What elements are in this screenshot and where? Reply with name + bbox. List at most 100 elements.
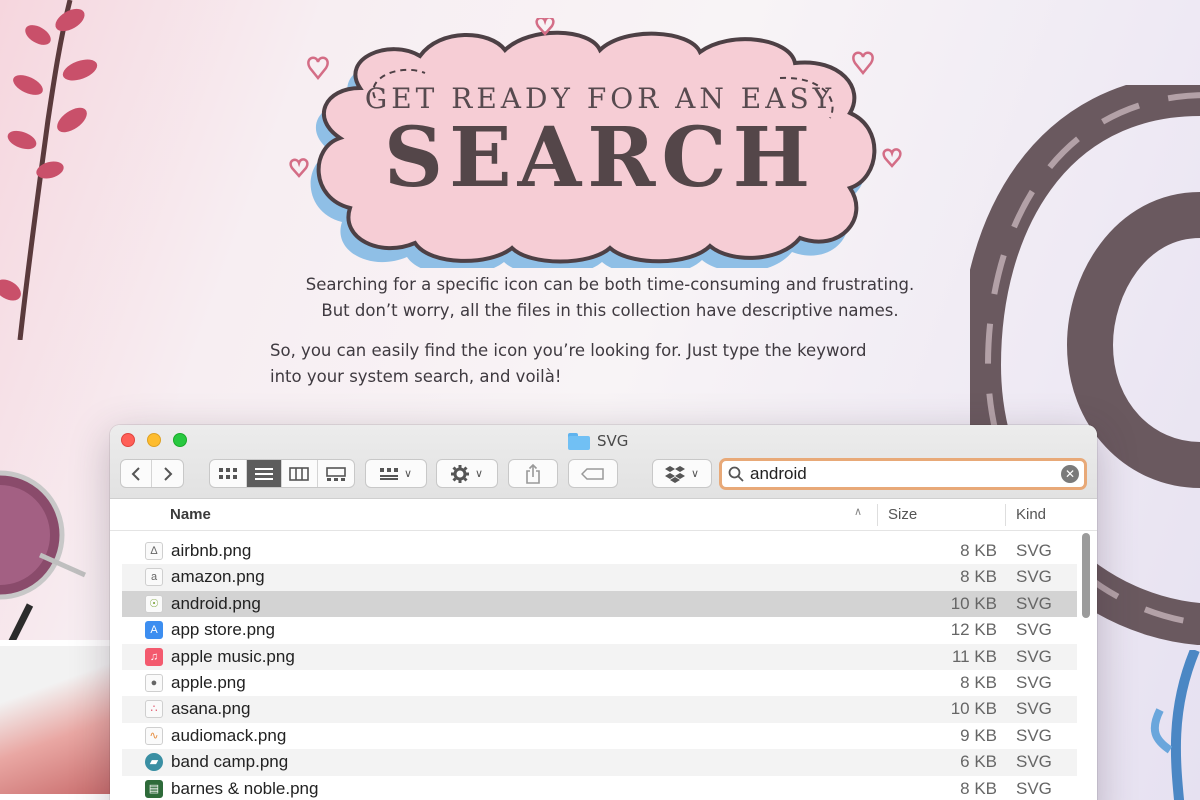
file-kind: SVG <box>1016 567 1052 587</box>
file-size: 8 KB <box>960 567 997 587</box>
chevron-left-icon <box>131 466 140 481</box>
table-row[interactable]: ☉ android.png 10 KB SVG <box>122 590 1077 618</box>
headline-banner: GET READY FOR AN EASY SEARCH <box>280 18 920 268</box>
clear-search-button[interactable]: ✕ <box>1061 465 1079 483</box>
table-row[interactable]: ▤ barnes & noble.png 8 KB SVG <box>122 776 1077 800</box>
window-title-text: SVG <box>597 432 629 450</box>
file-name: android.png <box>171 593 261 613</box>
view-mode-selector <box>209 459 355 488</box>
group-button[interactable]: ∨ <box>365 459 427 488</box>
file-kind: SVG <box>1016 752 1052 772</box>
column-divider[interactable] <box>877 504 878 526</box>
file-name: audiomack.png <box>171 725 287 745</box>
group-icon <box>379 467 398 480</box>
description-paragraph-2: So, you can easily find the icon you’re … <box>270 338 950 390</box>
airbnb-icon: ∆ <box>145 542 163 560</box>
forward-button[interactable] <box>152 460 183 487</box>
file-name: barnes & noble.png <box>171 778 319 798</box>
file-list: ∆ airbnb.png 8 KB SVG a amazon.png 8 KB … <box>110 538 1097 800</box>
finder-window: SVG ∨ ∨ ∨ android ✕ Name ∧ Size Kind ∆ a… <box>110 425 1097 800</box>
decorative-blue-plant-illustration <box>1150 650 1200 800</box>
apple-icon: ● <box>145 673 163 692</box>
file-name: app store.png <box>171 620 275 640</box>
file-size: 9 KB <box>960 725 997 745</box>
file-size: 12 KB <box>950 620 997 640</box>
window-titlebar: SVG ∨ ∨ ∨ android ✕ <box>110 425 1097 499</box>
file-kind: SVG <box>1016 725 1052 745</box>
file-size: 8 KB <box>960 541 997 560</box>
table-row[interactable]: ∆ airbnb.png 8 KB SVG <box>122 538 1077 564</box>
gallery-view-button[interactable] <box>318 460 354 487</box>
description-line: So, you can easily find the icon you’re … <box>270 341 867 360</box>
file-size: 8 KB <box>960 672 997 692</box>
file-list-header: Name ∧ Size Kind <box>110 500 1097 531</box>
file-size: 8 KB <box>960 778 997 798</box>
file-name: amazon.png <box>171 567 265 587</box>
column-view-button[interactable] <box>282 460 318 487</box>
back-button[interactable] <box>121 460 153 487</box>
dropbox-button[interactable]: ∨ <box>652 459 712 488</box>
search-input[interactable] <box>750 464 1050 484</box>
icon-view-button[interactable] <box>210 460 247 487</box>
headline-title: SEARCH <box>383 110 817 206</box>
apple-music-icon: ♫ <box>145 647 163 666</box>
file-name: apple.png <box>171 672 246 692</box>
close-window-button[interactable] <box>121 433 135 447</box>
icon-view-icon <box>218 467 237 479</box>
chevron-down-icon: ∨ <box>403 467 413 480</box>
window-title: SVG <box>568 430 628 452</box>
chevron-right-icon <box>163 466 172 481</box>
file-kind: SVG <box>1016 778 1052 798</box>
search-field[interactable]: ✕ <box>719 458 1087 490</box>
decorative-branch-illustration <box>0 0 98 340</box>
file-name: band camp.png <box>171 752 289 772</box>
file-kind: SVG <box>1016 620 1052 640</box>
description-line: But don’t worry, all the files in this c… <box>321 301 899 320</box>
file-name: airbnb.png <box>171 541 252 560</box>
asana-icon: ∴ <box>145 700 163 719</box>
column-view-icon <box>289 466 310 481</box>
share-icon <box>526 463 540 484</box>
share-button[interactable] <box>508 459 558 488</box>
table-row[interactable]: ● apple.png 8 KB SVG <box>122 670 1077 696</box>
name-column-header[interactable]: Name <box>170 506 211 523</box>
action-button[interactable]: ∨ <box>436 459 498 488</box>
maximize-window-button[interactable] <box>173 433 187 447</box>
file-kind: SVG <box>1016 646 1052 666</box>
vertical-scrollbar[interactable] <box>1082 533 1090 618</box>
tag-button[interactable] <box>568 459 618 488</box>
file-kind: SVG <box>1016 541 1052 560</box>
column-divider[interactable] <box>1005 504 1006 526</box>
file-size: 10 KB <box>950 593 997 613</box>
chevron-down-icon: ∨ <box>690 467 700 480</box>
amazon-icon: a <box>145 568 163 587</box>
tag-icon <box>581 467 604 480</box>
navigation-buttons <box>120 459 184 488</box>
file-size: 11 KB <box>951 646 997 666</box>
table-row[interactable]: ♫ apple music.png 11 KB SVG <box>122 643 1077 670</box>
minimize-window-button[interactable] <box>147 433 161 447</box>
bandcamp-icon: ▰ <box>145 753 163 772</box>
kind-column-header[interactable]: Kind <box>1016 506 1046 523</box>
description-paragraph-1: Searching for a specific icon can be bot… <box>270 272 950 324</box>
file-size: 10 KB <box>950 699 997 719</box>
app-store-icon: A <box>145 621 163 640</box>
decorative-photo-card <box>0 640 120 800</box>
size-column-header[interactable]: Size <box>888 506 917 523</box>
gear-icon <box>450 464 469 483</box>
table-row[interactable]: a amazon.png 8 KB SVG <box>122 564 1077 591</box>
list-view-icon <box>254 467 273 480</box>
file-kind: SVG <box>1016 699 1052 719</box>
table-row[interactable]: ▰ band camp.png 6 KB SVG <box>122 749 1077 776</box>
dropbox-icon <box>664 465 685 483</box>
android-icon: ☉ <box>145 594 163 613</box>
table-row[interactable]: ∴ asana.png 10 KB SVG <box>122 696 1077 723</box>
barnes-noble-icon: ▤ <box>145 779 163 798</box>
file-kind: SVG <box>1016 672 1052 692</box>
folder-icon <box>568 432 590 450</box>
table-row[interactable]: A app store.png 12 KB SVG <box>122 617 1077 643</box>
table-row[interactable]: ∿ audiomack.png 9 KB SVG <box>122 723 1077 749</box>
chevron-down-icon: ∨ <box>474 467 484 480</box>
description-line: Searching for a specific icon can be bot… <box>305 275 915 294</box>
list-view-button[interactable] <box>246 460 283 487</box>
